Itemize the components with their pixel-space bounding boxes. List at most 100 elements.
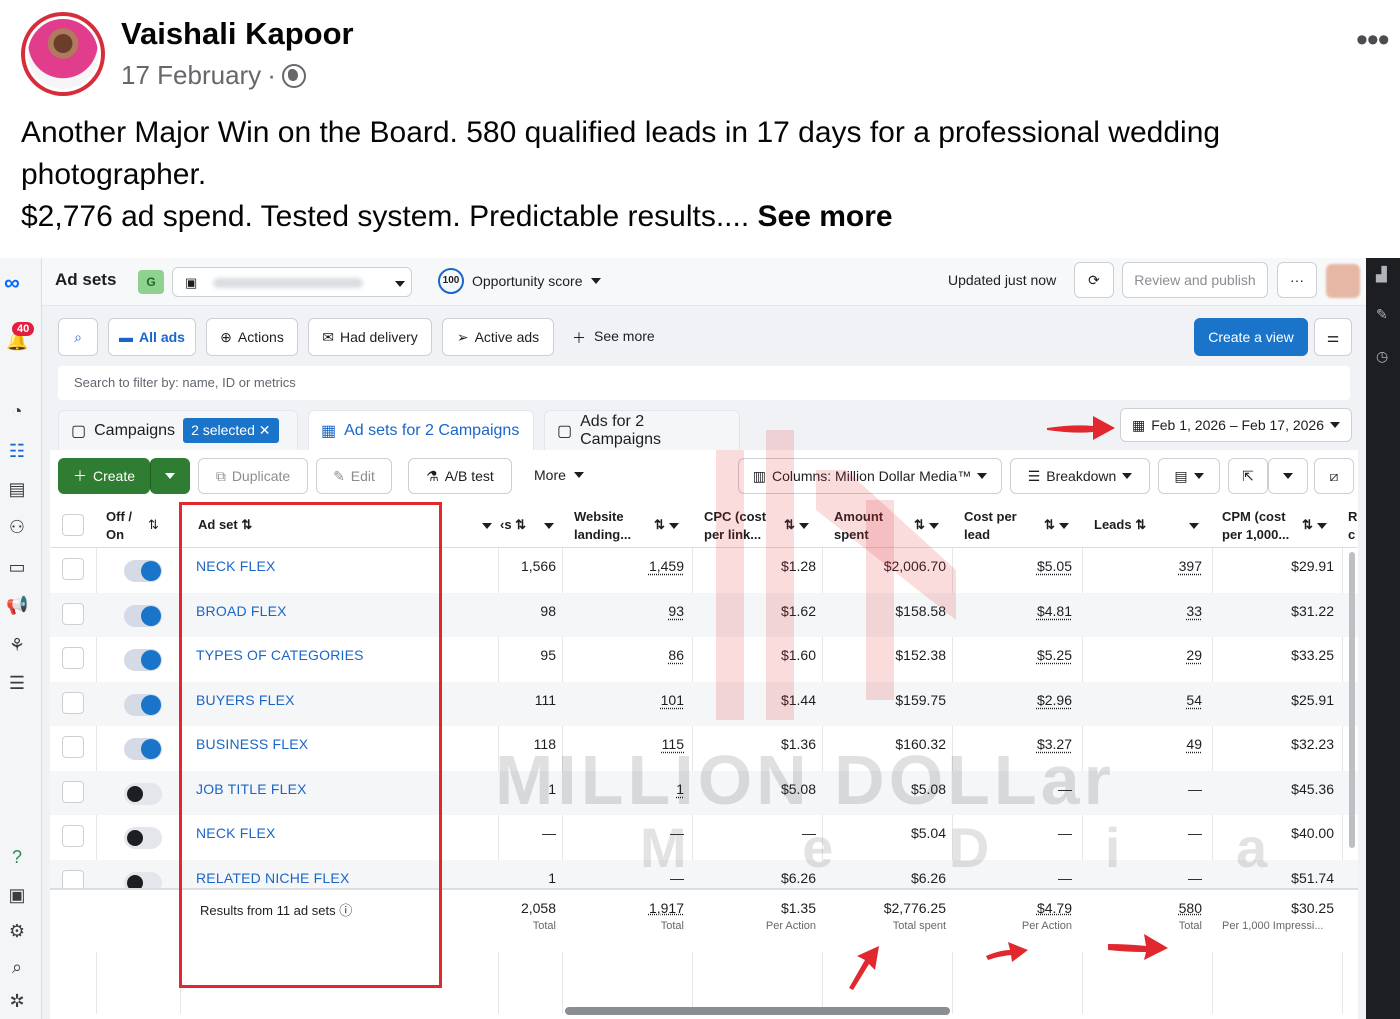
- search-icon[interactable]: ⌕: [6, 956, 28, 978]
- cell-landing[interactable]: 93: [574, 603, 684, 619]
- pages-icon[interactable]: ▤: [6, 478, 28, 500]
- user-avatar[interactable]: [1326, 264, 1360, 298]
- row-checkbox[interactable]: [62, 736, 84, 758]
- all-ads-filter[interactable]: ▬ All ads: [108, 318, 196, 356]
- cell-landing[interactable]: 115: [574, 736, 684, 752]
- adset-name-link[interactable]: NECK FLEX: [196, 558, 276, 574]
- row-checkbox[interactable]: [62, 558, 84, 580]
- cell-cpl[interactable]: $5.05: [962, 558, 1072, 574]
- adset-name-link[interactable]: TYPES OF CATEGORIES: [196, 647, 364, 663]
- table-row[interactable]: BUYERS FLEX 111 101 $1.44 $159.75 $2.96 54 $25.…: [50, 681, 1358, 726]
- chevron-down-icon[interactable]: [482, 516, 492, 534]
- export-button[interactable]: ⇱: [1228, 458, 1268, 494]
- status-toggle[interactable]: [124, 649, 162, 671]
- chart-icon[interactable]: ▟: [1376, 266, 1392, 282]
- cell-leads[interactable]: —: [1092, 870, 1202, 886]
- breakdown-dropdown[interactable]: ☰ Breakdown: [1010, 458, 1150, 494]
- ab-test-button[interactable]: ⚗ A/B test: [408, 458, 512, 494]
- columns-dropdown[interactable]: ▥ Columns: Million Dollar Media™: [738, 458, 1002, 494]
- filter-settings-button[interactable]: ⚌: [1314, 318, 1352, 356]
- post-author[interactable]: Vaishali Kapoor: [121, 16, 354, 52]
- active-ads-filter[interactable]: ➢ Active ads: [442, 318, 554, 356]
- adset-name-link[interactable]: BUSINESS FLEX: [196, 736, 308, 752]
- col-truncated[interactable]: R c: [1348, 508, 1358, 544]
- cell-landing[interactable]: 1: [574, 781, 684, 797]
- col-cost-per-lead[interactable]: Cost per lead: [964, 508, 1034, 544]
- bug-icon[interactable]: ✲: [6, 990, 28, 1012]
- cell-leads[interactable]: —: [1092, 825, 1202, 841]
- see-more-filter[interactable]: ＋ See more: [572, 328, 655, 348]
- billing-icon[interactable]: ▭: [6, 556, 28, 578]
- cell-leads[interactable]: 54: [1092, 692, 1202, 708]
- opportunity-score[interactable]: 100 Opportunity score: [438, 268, 601, 294]
- menu-icon[interactable]: ☰: [6, 672, 28, 694]
- review-publish-button[interactable]: Review and publish: [1122, 262, 1268, 298]
- adset-name-link[interactable]: JOB TITLE FLEX: [196, 781, 307, 797]
- horizontal-scrollbar[interactable]: [565, 1007, 950, 1015]
- see-more-link[interactable]: See more: [758, 200, 893, 233]
- row-checkbox[interactable]: [62, 647, 84, 669]
- cell-cpl[interactable]: $2.96: [962, 692, 1072, 708]
- total-leads[interactable]: 580: [1150, 900, 1202, 916]
- search-button[interactable]: ⌕: [58, 318, 98, 356]
- adset-name-link[interactable]: NECK FLEX: [196, 825, 276, 841]
- sort-icon[interactable]: ⇅: [1302, 516, 1327, 534]
- col-amount-spent[interactable]: Amount spent: [834, 508, 904, 544]
- cell-cpl[interactable]: —: [962, 825, 1072, 841]
- events-icon[interactable]: ⚘: [6, 634, 28, 656]
- sort-icon[interactable]: ⇅: [1044, 516, 1069, 534]
- cell-leads[interactable]: 49: [1092, 736, 1202, 752]
- status-toggle[interactable]: [124, 827, 162, 849]
- col-results[interactable]: ‹s ⇅: [500, 516, 555, 534]
- row-checkbox[interactable]: [62, 780, 84, 803]
- sort-icon[interactable]: ⇅: [914, 516, 939, 534]
- chart-button[interactable]: ⧄: [1314, 458, 1354, 494]
- status-toggle[interactable]: [124, 604, 162, 627]
- col-website-landing[interactable]: Website landing...: [574, 508, 660, 544]
- clock-icon[interactable]: ◷: [1376, 348, 1392, 364]
- account-selector[interactable]: ▣: [172, 267, 412, 297]
- create-button[interactable]: ＋ Create: [58, 458, 150, 494]
- cell-leads[interactable]: 397: [1092, 558, 1202, 574]
- cell-leads[interactable]: 33: [1092, 603, 1202, 619]
- table-row[interactable]: JOB TITLE FLEX 1 1 $5.08 $5.08 — — $45.36: [50, 770, 1358, 815]
- col-leads[interactable]: Leads ⇅: [1094, 516, 1200, 534]
- row-checkbox[interactable]: [62, 825, 84, 847]
- cell-landing[interactable]: —: [574, 870, 684, 886]
- pencil-icon[interactable]: ✎: [1376, 306, 1392, 322]
- duplicate-button[interactable]: ⧉ Duplicate: [198, 458, 308, 494]
- adset-name-link[interactable]: BROAD FLEX: [196, 603, 287, 619]
- table-row[interactable]: NECK FLEX — — — $5.04 — — $40.00: [50, 815, 1358, 860]
- col-ad-set[interactable]: Ad set ⇅: [198, 516, 252, 534]
- search-input[interactable]: Search to filter by: name, ID or metrics: [58, 366, 1350, 400]
- col-off-on[interactable]: Off / On: [106, 508, 146, 544]
- adset-name-link[interactable]: RELATED NICHE FLEX: [196, 870, 350, 886]
- adset-name-link[interactable]: BUYERS FLEX: [196, 692, 295, 708]
- total-landing[interactable]: 1,917: [630, 900, 684, 916]
- edit-button[interactable]: ✎ Edit: [316, 458, 392, 494]
- cell-leads[interactable]: —: [1092, 781, 1202, 797]
- selected-chip[interactable]: 2 selected ✕: [183, 418, 279, 443]
- close-icon[interactable]: ✕: [259, 422, 271, 438]
- tab-ads[interactable]: ▢ Ads for 2 Campaigns: [544, 410, 740, 450]
- cell-cpl[interactable]: —: [962, 870, 1072, 886]
- table-row[interactable]: BROAD FLEX 98 93 $1.62 $158.58 $4.81 33 $31.22: [50, 592, 1358, 637]
- had-delivery-filter[interactable]: ✉ Had delivery: [308, 318, 432, 356]
- info-icon[interactable]: ⓘ: [339, 903, 352, 918]
- cell-leads[interactable]: 29: [1092, 647, 1202, 663]
- col-cpm[interactable]: CPM (cost per 1,000...: [1222, 508, 1306, 544]
- cell-cpl[interactable]: —: [962, 781, 1072, 797]
- tab-adsets[interactable]: ▦ Ad sets for 2 Campaigns: [308, 410, 534, 450]
- create-view-button[interactable]: Create a view: [1194, 318, 1308, 356]
- tab-campaigns[interactable]: ▢ Campaigns 2 selected ✕: [58, 410, 298, 450]
- refresh-button[interactable]: ⟳: [1074, 262, 1114, 298]
- dashboard-icon[interactable]: ◔: [6, 400, 28, 422]
- sort-icon[interactable]: ⇅: [148, 516, 159, 534]
- more-options-button[interactable]: ···: [1277, 262, 1317, 298]
- table-icon[interactable]: ☷: [6, 440, 28, 462]
- news-icon[interactable]: ▣: [6, 884, 28, 906]
- create-dropdown-button[interactable]: [150, 458, 190, 494]
- total-cpl[interactable]: $4.79: [1010, 900, 1072, 916]
- meta-logo-icon[interactable]: ∞: [4, 270, 20, 296]
- sort-icon[interactable]: ⇅: [654, 516, 679, 534]
